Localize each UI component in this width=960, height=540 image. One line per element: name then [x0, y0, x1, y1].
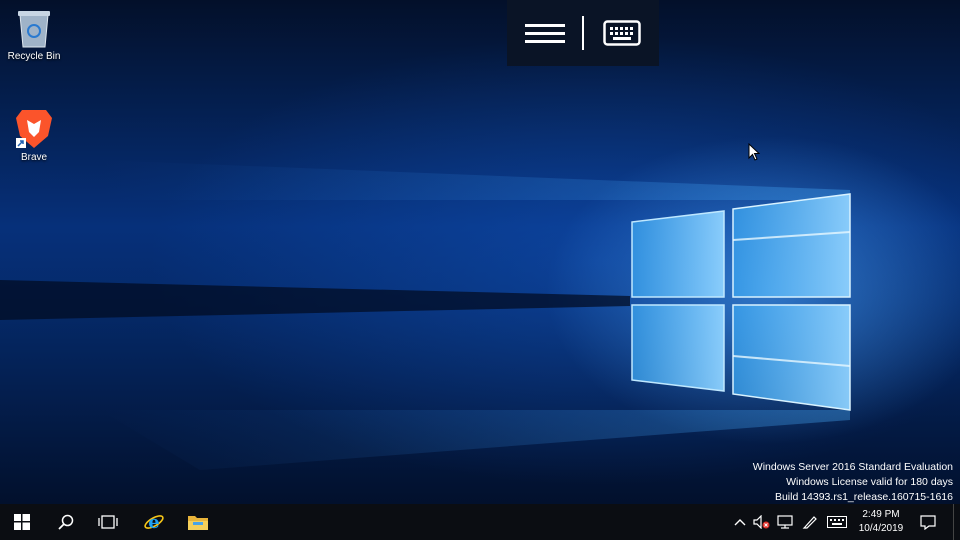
pen-icon	[802, 516, 817, 529]
desktop-icon-brave[interactable]: Brave	[1, 106, 67, 163]
remote-toolbar	[507, 0, 659, 66]
keyboard-icon	[602, 20, 641, 46]
keyboard-icon	[827, 516, 847, 528]
clock-date: 10/4/2019	[858, 523, 904, 534]
file-explorer-icon	[188, 516, 208, 530]
search-button[interactable]	[44, 504, 88, 540]
network-icon	[777, 515, 793, 529]
file-explorer-button[interactable]	[176, 504, 220, 540]
touch-keyboard-button[interactable]	[826, 515, 848, 529]
license-watermark: Windows Server 2016 Standard Evaluation …	[753, 460, 953, 504]
keyboard-button[interactable]	[584, 0, 659, 66]
volume-button[interactable]	[752, 515, 772, 529]
taskbar: e 2:49 PM 10/4/2019	[0, 504, 960, 540]
chevron-up-icon	[734, 519, 746, 526]
hamburger-menu-icon[interactable]	[507, 0, 582, 66]
internet-explorer-button[interactable]: e	[132, 504, 176, 540]
desktop[interactable]: Recycle Bin Brave Windows Server 2016 St…	[0, 0, 960, 504]
internet-explorer-icon: e	[144, 512, 164, 533]
recycle-bin-icon	[18, 11, 50, 48]
start-button[interactable]	[0, 504, 44, 540]
desktop-icon-recycle-bin[interactable]: Recycle Bin	[1, 7, 67, 62]
windows-ink-button[interactable]	[800, 515, 820, 529]
action-center-button[interactable]	[918, 514, 938, 530]
task-view-button[interactable]	[88, 504, 128, 540]
recycle-bin-label: Recycle Bin	[7, 51, 61, 62]
brave-label: Brave	[20, 152, 48, 163]
clock-time: 2:49 PM	[862, 509, 900, 520]
brave-lion-icon	[16, 110, 52, 148]
windows-logo-wallpaper	[0, 160, 851, 470]
watermark-build: Build 14393.rs1_release.160715-1616	[774, 491, 953, 503]
windows-start-icon	[14, 514, 30, 530]
show-hidden-icons-button[interactable]	[732, 515, 748, 529]
speaker-muted-icon	[753, 515, 770, 529]
mouse-cursor-icon	[748, 143, 760, 161]
clock[interactable]: 2:49 PM 10/4/2019	[850, 508, 912, 536]
search-icon	[58, 514, 74, 530]
show-desktop-button[interactable]	[953, 504, 960, 540]
svg-text:e: e	[148, 512, 159, 533]
action-center-icon	[920, 514, 936, 530]
watermark-license: Windows License valid for 180 days	[786, 476, 953, 488]
network-button[interactable]	[775, 515, 795, 529]
task-view-icon	[98, 515, 118, 529]
watermark-edition: Windows Server 2016 Standard Evaluation	[752, 461, 953, 473]
